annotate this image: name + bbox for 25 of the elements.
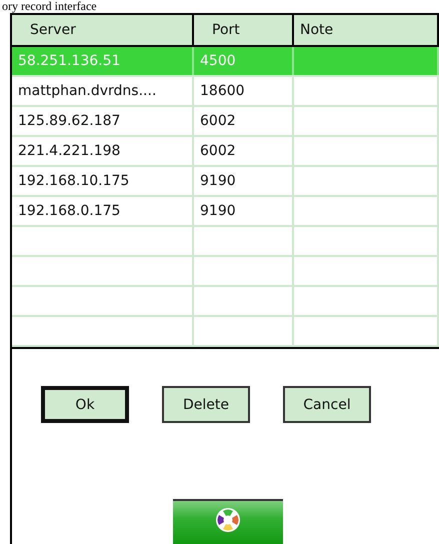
caption-text: ory record interface	[1, 0, 98, 13]
column-header[interactable]: Port	[193, 14, 293, 46]
start-button[interactable]	[173, 499, 283, 544]
server-row[interactable]: 221.4.221.198 6002	[12, 136, 438, 166]
dialog-button[interactable]: Cancel	[283, 386, 371, 423]
table-cell: 58.251.136.51	[12, 46, 193, 76]
server-row[interactable]: 192.168.10.175 9190	[12, 166, 438, 196]
table-cell: 192.168.10.175	[12, 166, 193, 196]
table-cell: 6002	[193, 106, 293, 136]
dialog-button[interactable]: Delete	[162, 386, 250, 423]
table-cell: 125.89.62.187	[12, 106, 193, 136]
table-cell: 221.4.221.198	[12, 136, 193, 166]
table-cell: 6002	[193, 136, 293, 166]
table-cell: 18600	[193, 76, 293, 106]
dialog-button[interactable]: Ok	[41, 386, 129, 423]
column-header[interactable]: Note	[293, 14, 438, 46]
table-cell: mattphan.dvrdns....	[12, 76, 193, 106]
server-row[interactable]: 125.89.62.187 6002	[12, 106, 438, 136]
column-header[interactable]: Server	[12, 14, 193, 46]
table-cell: 192.168.0.175	[12, 196, 193, 226]
table-cell: 9190	[193, 196, 293, 226]
server-row[interactable]: mattphan.dvrdns.... 18600	[12, 76, 438, 106]
table-cell: 4500	[193, 46, 293, 76]
server-row[interactable]: 192.168.0.175 9190	[12, 196, 438, 226]
table-cell: 9190	[193, 166, 293, 196]
